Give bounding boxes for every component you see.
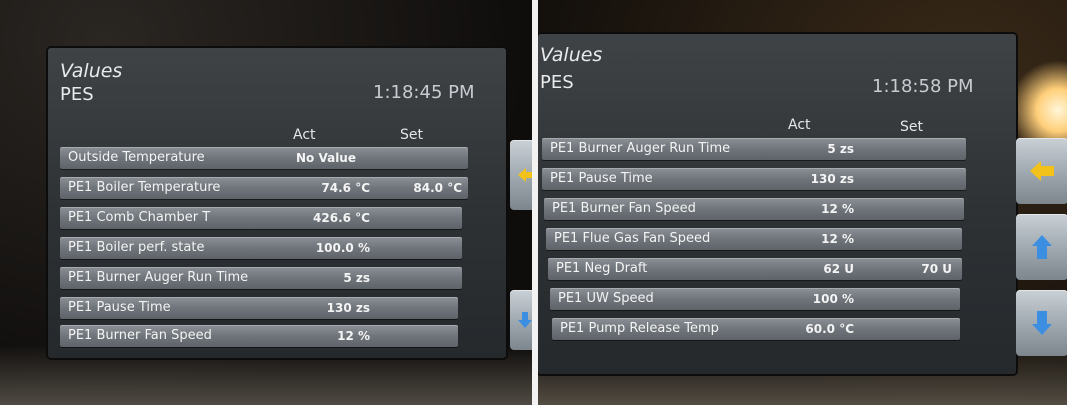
row-label: PE1 Pause Time <box>550 171 653 186</box>
row-act-value: 426.6 °C <box>313 211 370 225</box>
photo-left: Values PES 1:18:45 PM Act Set Outside Te… <box>0 0 532 405</box>
back-button[interactable] <box>1016 138 1067 204</box>
row-label: PE1 Pump Release Temp <box>560 321 719 336</box>
value-row[interactable]: PE1 Boiler perf. state 100.0 % <box>60 237 462 259</box>
value-row[interactable]: PE1 Pump Release Temp 60.0 °C <box>552 318 960 340</box>
row-label: PE1 Comb Chamber T <box>68 210 211 225</box>
row-set-value: 70 U <box>921 262 952 276</box>
row-label: PE1 Pause Time <box>68 300 171 315</box>
value-row[interactable]: PE1 Burner Auger Run Time 5 zs <box>60 267 462 289</box>
screen-subtitle: PES <box>60 84 94 105</box>
value-row[interactable]: PE1 Comb Chamber T 426.6 °C <box>60 207 462 229</box>
row-act-value: 12 % <box>821 232 854 246</box>
scroll-down-button[interactable] <box>510 290 532 350</box>
screen-subtitle: PES <box>540 72 574 93</box>
display-screen-left: Values PES 1:18:45 PM Act Set Outside Te… <box>48 48 506 358</box>
photo-right: Values PES 1:18:58 PM Act Set PE1 Burner… <box>538 0 1067 405</box>
column-header-act: Act <box>788 117 811 133</box>
value-row[interactable]: PE1 Neg Draft 62 U 70 U <box>548 258 962 280</box>
row-act-value: 5 zs <box>343 271 370 285</box>
row-label: PE1 Burner Fan Speed <box>68 328 212 343</box>
back-button[interactable] <box>510 140 532 210</box>
column-header-set: Set <box>900 119 923 135</box>
row-label: PE1 UW Speed <box>558 291 654 306</box>
screen-title: Values <box>540 44 603 66</box>
row-set-value: 84.0 °C <box>413 181 462 195</box>
value-row[interactable]: PE1 Pause Time 130 zs <box>60 297 458 319</box>
scroll-up-button[interactable] <box>1016 214 1067 280</box>
scroll-down-button[interactable] <box>1016 290 1067 356</box>
arrow-up-icon <box>1032 235 1052 259</box>
row-label: Outside Temperature <box>68 150 205 165</box>
column-header-set: Set <box>400 127 423 143</box>
arrow-left-icon <box>1030 161 1054 181</box>
row-act-value: 130 zs <box>326 301 370 315</box>
row-act-value: 74.6 °C <box>321 181 370 195</box>
value-row[interactable]: Outside Temperature No Value <box>60 147 468 169</box>
value-row[interactable]: PE1 UW Speed 100 % <box>550 288 960 310</box>
row-label: PE1 Neg Draft <box>556 261 648 276</box>
row-label: PE1 Flue Gas Fan Speed <box>554 231 711 246</box>
screen-title: Values <box>60 60 123 82</box>
value-row[interactable]: PE1 Burner Fan Speed 12 % <box>544 198 964 220</box>
value-row[interactable]: PE1 Pause Time 130 zs <box>542 168 966 190</box>
value-row[interactable]: PE1 Burner Auger Run Time 5 zs <box>542 138 966 160</box>
value-row[interactable]: PE1 Flue Gas Fan Speed 12 % <box>546 228 962 250</box>
row-act-value: 100 % <box>812 292 854 306</box>
column-header-act: Act <box>293 127 316 143</box>
row-label: PE1 Burner Fan Speed <box>552 201 696 216</box>
row-label: PE1 Burner Auger Run Time <box>550 141 731 156</box>
row-act-value: 5 zs <box>827 142 854 156</box>
clock: 1:18:58 PM <box>872 76 974 97</box>
row-act-value: 100.0 % <box>315 241 370 255</box>
row-act-value: 62 U <box>823 262 854 276</box>
row-act-value: 12 % <box>821 202 854 216</box>
value-row[interactable]: PE1 Burner Fan Speed 12 % <box>60 325 458 347</box>
display-screen-right: Values PES 1:18:58 PM Act Set PE1 Burner… <box>538 34 1016 374</box>
row-label: PE1 Boiler Temperature <box>68 180 221 195</box>
arrow-left-icon <box>518 168 532 182</box>
row-label: PE1 Boiler perf. state <box>68 240 205 255</box>
row-label: PE1 Burner Auger Run Time <box>68 270 249 285</box>
row-act-value: No Value <box>296 151 356 165</box>
row-act-value: 130 zs <box>810 172 854 186</box>
row-act-value: 12 % <box>337 329 370 343</box>
row-act-value: 60.0 °C <box>805 322 854 336</box>
clock: 1:18:45 PM <box>373 82 475 103</box>
arrow-down-icon <box>1032 311 1052 335</box>
value-row[interactable]: PE1 Boiler Temperature 74.6 °C 84.0 °C <box>60 177 468 199</box>
arrow-down-icon <box>518 312 532 328</box>
